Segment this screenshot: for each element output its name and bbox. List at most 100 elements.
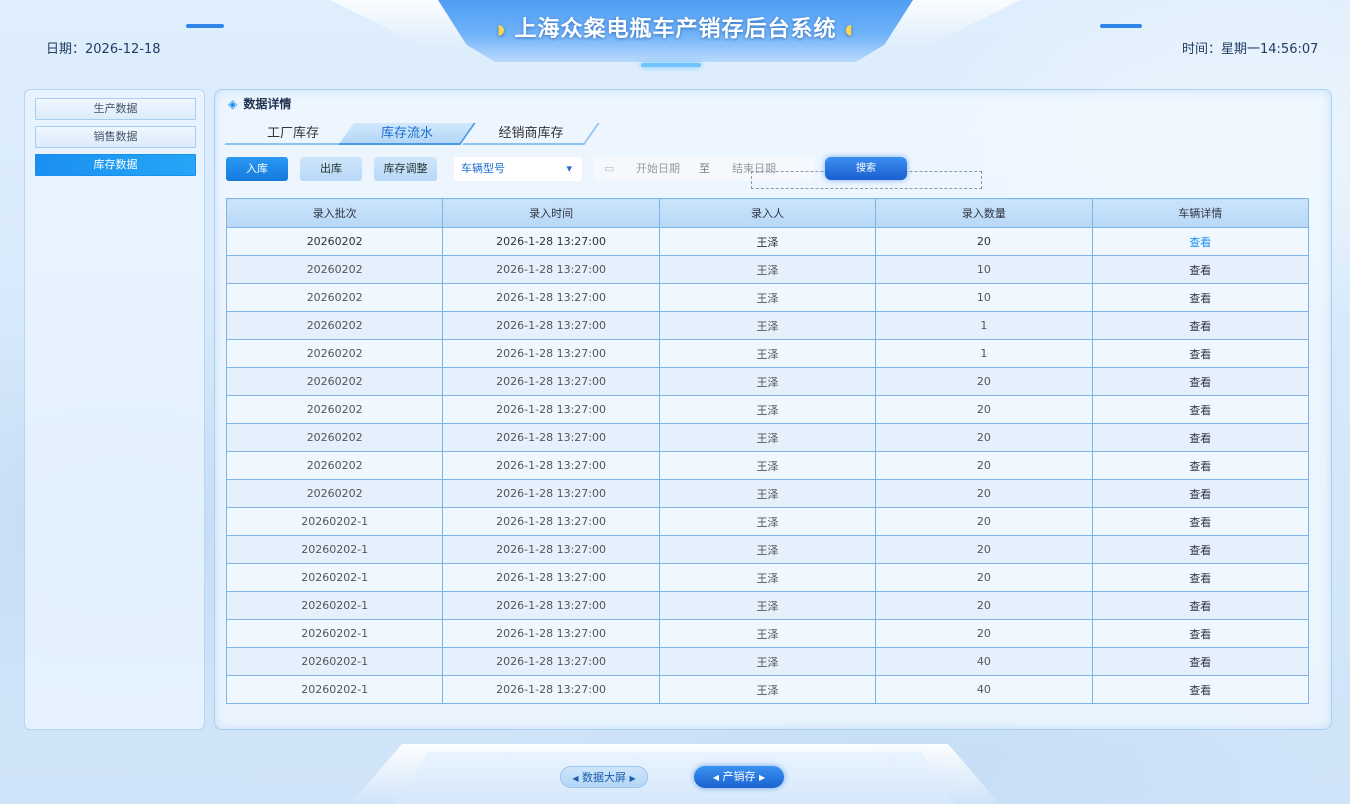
tab-factory-stock[interactable]: 工厂库存 [224,123,362,145]
panel-title: ◈ 数据详情 [228,95,291,112]
title-underline [641,63,701,67]
table-row: 20260202-1 2026-1-28 13:27:00 王泽 20 查看 [225,507,1310,536]
nav-production-sales-button[interactable]: ◀ 产销存 ▶ [694,766,784,788]
view-details-link[interactable]: 查看 [1091,675,1310,704]
search-button[interactable]: 搜索 [825,157,907,180]
cell-time: 2026-1-28 13:27:00 [442,255,660,284]
app-title: ◗ 上海众粲电瓶车产销存后台系统 ◖ [438,11,913,43]
column-header-quantity: 录入数量 [875,198,1093,228]
view-details-link[interactable]: 查看 [1091,227,1310,256]
bottom-nav-inner [395,752,955,804]
cell-quantity: 10 [875,255,1093,284]
cell-batch: 20260202-1 [225,591,444,620]
cell-operator: 王泽 [658,283,877,312]
time-label: 时间：星期一14:56:07 [1182,42,1319,57]
column-header-time: 录入时间 [442,198,660,228]
cell-time: 2026-1-28 13:27:00 [442,339,660,368]
cell-quantity: 20 [875,423,1093,452]
cell-batch: 20260202 [225,255,444,284]
sidebar-item-production[interactable]: 生产数据 [35,98,196,120]
stock-adjust-button[interactable]: 库存调整 [374,157,437,181]
table-row: 20260202 2026-1-28 13:27:00 王泽 20 查看 [225,423,1310,452]
cell-batch: 20260202-1 [225,507,444,536]
table-header-row: 录入批次 录入时间 录入人 录入数量 车辆详情 [225,198,1310,228]
app-title-text: 上海众粲电瓶车产销存后台系统 [514,17,837,42]
cell-time: 2026-1-28 13:27:00 [442,451,660,480]
column-header-operator: 录入人 [658,198,877,228]
view-details-link[interactable]: 查看 [1091,283,1310,312]
column-header-details: 车辆详情 [1091,198,1310,228]
title-left-marker-icon: ◗ [497,22,506,38]
table-row: 20260202 2026-1-28 13:27:00 王泽 10 查看 [225,255,1310,284]
view-details-link[interactable]: 查看 [1091,423,1310,452]
cell-quantity: 20 [875,395,1093,424]
nav-data-screen-label: 数据大屏 [582,771,626,784]
inbound-button[interactable]: 入库 [226,157,288,181]
view-details-link[interactable]: 查看 [1091,647,1310,676]
view-details-link[interactable]: 查看 [1091,507,1310,536]
view-details-link[interactable]: 查看 [1091,311,1310,340]
tab-stock-flow-label: 库存流水 [380,126,433,141]
nav-data-screen-button[interactable]: ◀ 数据大屏 ▶ [560,766,648,788]
cell-quantity: 20 [875,479,1093,508]
cell-time: 2026-1-28 13:27:00 [442,311,660,340]
view-details-link[interactable]: 查看 [1091,479,1310,508]
table-row: 20260202-1 2026-1-28 13:27:00 王泽 20 查看 [225,535,1310,564]
start-date-input[interactable]: 开始日期 [636,157,680,181]
cell-operator: 王泽 [658,479,877,508]
view-details-link[interactable]: 查看 [1091,339,1310,368]
cell-operator: 王泽 [658,619,877,648]
cell-operator: 王泽 [658,367,877,396]
cell-batch: 20260202 [225,311,444,340]
cell-operator: 王泽 [658,395,877,424]
cell-quantity: 40 [875,675,1093,704]
view-details-link[interactable]: 查看 [1091,619,1310,648]
tab-stock-flow[interactable]: 库存流水 [338,123,476,145]
cell-batch: 20260202-1 [225,647,444,676]
view-details-link[interactable]: 查看 [1091,367,1310,396]
cell-quantity: 20 [875,619,1093,648]
tab-dealer-stock[interactable]: 经销商库存 [462,123,600,145]
view-details-link[interactable]: 查看 [1091,395,1310,424]
view-details-link[interactable]: 查看 [1091,535,1310,564]
chevron-down-icon: ▾ [566,162,572,175]
cell-batch: 20260202 [225,423,444,452]
outbound-button[interactable]: 出库 [300,157,362,181]
sidebar-item-inventory[interactable]: 库存数据 [35,154,196,176]
cell-quantity: 20 [875,227,1093,256]
table-row: 20260202-1 2026-1-28 13:27:00 王泽 20 查看 [225,563,1310,592]
view-details-link[interactable]: 查看 [1091,255,1310,284]
cell-time: 2026-1-28 13:27:00 [442,619,660,648]
cell-time: 2026-1-28 13:27:00 [442,283,660,312]
cell-time: 2026-1-28 13:27:00 [442,563,660,592]
view-details-link[interactable]: 查看 [1091,563,1310,592]
column-header-batch: 录入批次 [225,198,444,228]
sidebar-item-sales[interactable]: 销售数据 [35,126,196,148]
table-row: 20260202-1 2026-1-28 13:27:00 王泽 20 查看 [225,619,1310,648]
vehicle-model-select[interactable]: 车辆型号 ▾ [454,157,582,181]
tab-factory-stock-label: 工厂库存 [266,126,319,141]
cell-operator: 王泽 [658,675,877,704]
table-row: 20260202-1 2026-1-28 13:27:00 王泽 40 查看 [225,675,1310,704]
cell-batch: 20260202 [225,283,444,312]
cell-time: 2026-1-28 13:27:00 [442,479,660,508]
cell-quantity: 20 [875,451,1093,480]
cell-quantity: 1 [875,311,1093,340]
header: ◗ 上海众粲电瓶车产销存后台系统 ◖ 日期：2026-12-18 时间：星期一1… [0,0,1350,75]
view-details-link[interactable]: 查看 [1091,591,1310,620]
calendar-icon: ▭ [604,162,615,175]
view-details-link[interactable]: 查看 [1091,451,1310,480]
cell-operator: 王泽 [658,311,877,340]
date-label: 日期：2026-12-18 [46,42,161,57]
cell-batch: 20260202 [225,395,444,424]
cell-batch: 20260202 [225,227,444,256]
tab-dealer-stock-label: 经销商库存 [498,126,564,141]
table-row: 20260202 2026-1-28 13:27:00 王泽 20 查看 [225,479,1310,508]
table-row: 20260202 2026-1-28 13:27:00 王泽 20 查看 [225,367,1310,396]
cell-quantity: 40 [875,647,1093,676]
cell-quantity: 20 [875,367,1093,396]
cell-operator: 王泽 [658,339,877,368]
data-table: 录入批次 录入时间 录入人 录入数量 车辆详情 20260202 2026-1-2… [225,198,1310,704]
title-right-marker-icon: ◖ [845,22,854,38]
cell-batch: 20260202-1 [225,675,444,704]
